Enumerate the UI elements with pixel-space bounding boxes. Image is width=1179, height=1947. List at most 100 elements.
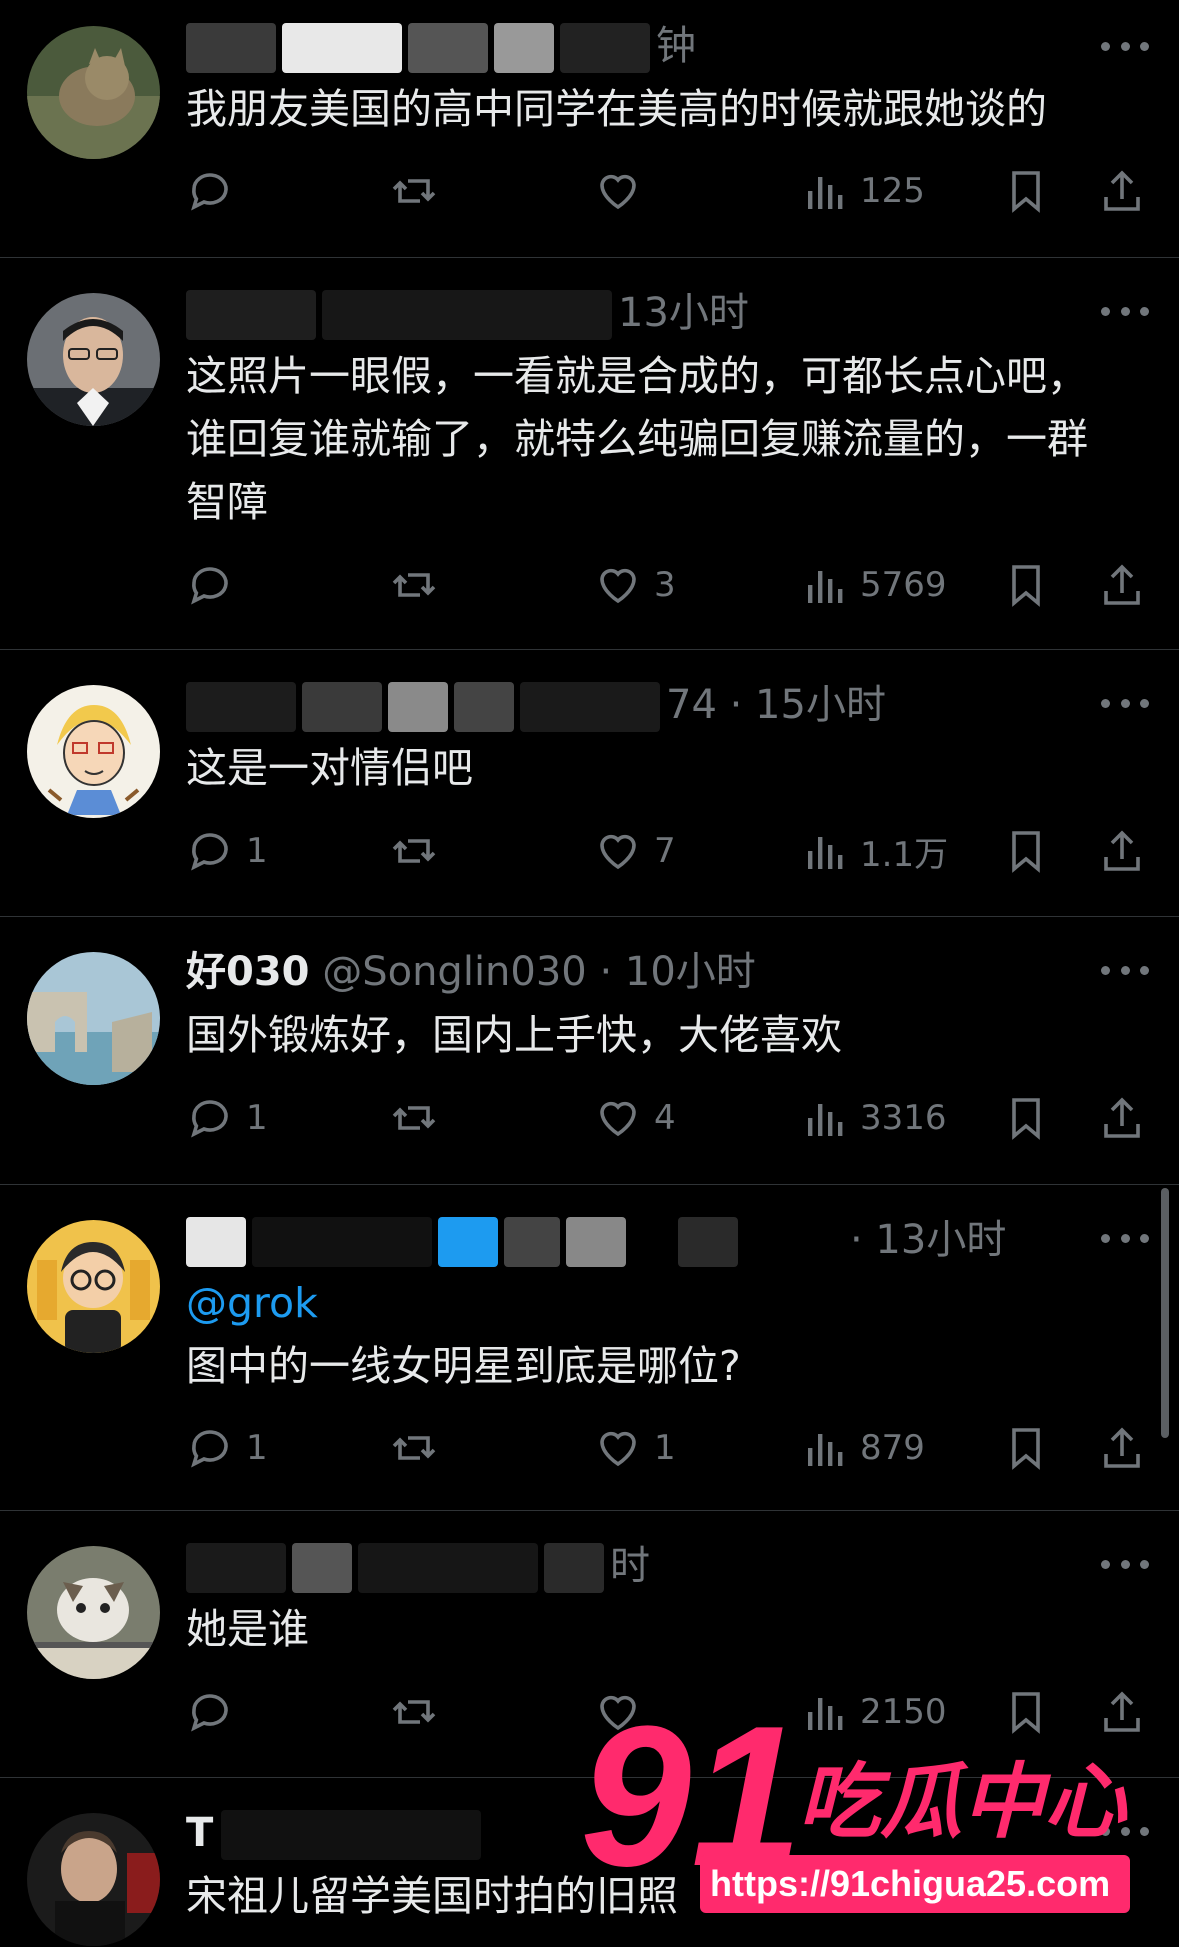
share-icon bbox=[1104, 1097, 1140, 1138]
redacted-handle bbox=[632, 1217, 672, 1267]
tweet-time: 时 bbox=[610, 1543, 650, 1589]
repost-button[interactable] bbox=[390, 1090, 438, 1146]
tweet-text: 她是谁 bbox=[186, 1605, 309, 1653]
tweet-header: 13小时 bbox=[186, 283, 749, 343]
views-button[interactable]: 125 bbox=[800, 163, 925, 219]
reply-button[interactable] bbox=[186, 557, 246, 613]
reply-button[interactable] bbox=[186, 1684, 246, 1740]
views-icon bbox=[808, 177, 843, 209]
share-icon bbox=[1104, 830, 1140, 871]
tweet-text: 这是一对情侣吧 bbox=[186, 744, 473, 792]
views-button[interactable]: 3316 bbox=[800, 1090, 947, 1146]
more-icon[interactable] bbox=[1101, 299, 1149, 323]
reply-icon bbox=[191, 1430, 228, 1468]
redacted-handle bbox=[322, 290, 612, 340]
repost-button[interactable] bbox=[390, 823, 438, 879]
tweet-header: · 13小时 bbox=[186, 1210, 1006, 1270]
repost-button[interactable] bbox=[390, 557, 438, 613]
tweet-item[interactable]: · 13小时 @grok 图中的一线女明星到底是哪位? 1 1 879 bbox=[0, 1184, 1179, 1511]
reply-button[interactable]: 1 bbox=[186, 823, 268, 879]
avatar[interactable] bbox=[27, 952, 160, 1085]
avatar[interactable] bbox=[27, 1220, 160, 1353]
like-count: 4 bbox=[654, 1098, 676, 1138]
views-icon bbox=[808, 1104, 843, 1136]
redacted-handle bbox=[454, 682, 514, 732]
views-icon bbox=[808, 1434, 843, 1466]
display-name[interactable]: 好030 bbox=[186, 949, 310, 995]
avatar[interactable] bbox=[27, 26, 160, 159]
repost-button[interactable] bbox=[390, 1684, 438, 1740]
share-button[interactable] bbox=[1098, 823, 1146, 879]
views-button[interactable]: 879 bbox=[800, 1420, 925, 1476]
reply-button[interactable]: 1 bbox=[186, 1420, 268, 1476]
redacted-handle bbox=[221, 1810, 482, 1860]
redacted-name bbox=[282, 23, 402, 73]
repost-button[interactable] bbox=[390, 1420, 438, 1476]
share-button[interactable] bbox=[1098, 1420, 1146, 1476]
bookmark-button[interactable] bbox=[1002, 1420, 1050, 1476]
more-icon[interactable] bbox=[1101, 691, 1149, 715]
like-count: 1 bbox=[654, 1428, 676, 1468]
user-handle[interactable]: @Songlin030 bbox=[322, 949, 587, 995]
reply-button[interactable]: 1 bbox=[186, 1090, 268, 1146]
reply-icon bbox=[191, 173, 228, 211]
tweet-header: 好030 @Songlin030 · 10小时 bbox=[186, 942, 756, 1002]
share-icon bbox=[1104, 1427, 1140, 1468]
reply-icon bbox=[191, 567, 228, 605]
tweet-time: 钟 bbox=[656, 23, 696, 69]
tweet-item[interactable]: 好030 @Songlin030 · 10小时 国外锻炼好，国内上手快，大佬喜欢… bbox=[0, 916, 1179, 1185]
bookmark-button[interactable] bbox=[1002, 163, 1050, 219]
more-icon[interactable] bbox=[1101, 958, 1149, 982]
watermark: 91 吃瓜中心 https://91chigua25.com bbox=[580, 1685, 1140, 1920]
share-button[interactable] bbox=[1098, 1090, 1146, 1146]
avatar[interactable] bbox=[27, 685, 160, 818]
more-icon[interactable] bbox=[1101, 1226, 1149, 1250]
repost-button[interactable] bbox=[390, 163, 438, 219]
tweet-header: 钟 bbox=[186, 16, 696, 76]
display-name[interactable]: T bbox=[186, 1810, 213, 1856]
tweet-item[interactable]: 74 · 15小时 这是一对情侣吧 1 7 1.1万 bbox=[0, 649, 1179, 917]
tweet-item[interactable]: 钟 我朋友美国的高中同学在美高的时候就跟她谈的 125 bbox=[0, 0, 1179, 258]
redacted-handle bbox=[544, 1543, 604, 1593]
avatar[interactable] bbox=[27, 1546, 160, 1679]
avatar[interactable] bbox=[27, 1813, 160, 1946]
redacted-handle bbox=[388, 682, 448, 732]
like-button[interactable]: 3 bbox=[594, 557, 676, 613]
views-button[interactable]: 5769 bbox=[800, 557, 947, 613]
views-count: 125 bbox=[860, 171, 925, 211]
repost-icon bbox=[392, 573, 436, 597]
more-icon[interactable] bbox=[1101, 1552, 1149, 1576]
bookmark-button[interactable] bbox=[1002, 823, 1050, 879]
redacted-name bbox=[186, 1217, 246, 1267]
redacted-handle bbox=[678, 1217, 738, 1267]
share-icon bbox=[1104, 170, 1140, 211]
like-button[interactable]: 1 bbox=[594, 1420, 676, 1476]
tweet-header: 时 bbox=[186, 1536, 650, 1596]
reply-icon bbox=[191, 833, 228, 871]
repost-icon bbox=[392, 1436, 436, 1460]
views-icon bbox=[808, 837, 843, 869]
tweet-header: 74 · 15小时 bbox=[186, 675, 886, 735]
mention-link[interactable]: @grok bbox=[186, 1272, 1119, 1335]
tweet-item[interactable]: 13小时 这照片一眼假，一看就是合成的，可都长点心吧，谁回复谁就输了，就特么纯骗… bbox=[0, 257, 1179, 650]
tweet-text: 国外锻炼好，国内上手快，大佬喜欢 bbox=[186, 1011, 842, 1059]
share-button[interactable] bbox=[1098, 557, 1146, 613]
repost-icon bbox=[392, 1700, 436, 1724]
like-button[interactable] bbox=[594, 163, 654, 219]
avatar[interactable] bbox=[27, 293, 160, 426]
redacted-handle bbox=[520, 682, 660, 732]
redacted-handle bbox=[358, 1543, 538, 1593]
share-button[interactable] bbox=[1098, 163, 1146, 219]
reply-button[interactable] bbox=[186, 163, 246, 219]
bookmark-icon bbox=[1012, 831, 1040, 873]
like-button[interactable]: 7 bbox=[594, 823, 676, 879]
tweet-actions: 125 bbox=[0, 163, 1179, 219]
scrollbar[interactable] bbox=[1161, 1188, 1169, 1438]
more-icon[interactable] bbox=[1101, 34, 1149, 58]
like-button[interactable]: 4 bbox=[594, 1090, 676, 1146]
repost-icon bbox=[392, 179, 436, 203]
bookmark-button[interactable] bbox=[1002, 557, 1050, 613]
views-button[interactable]: 1.1万 bbox=[800, 823, 948, 879]
tweet-actions: 1 4 3316 bbox=[0, 1090, 1179, 1146]
bookmark-button[interactable] bbox=[1002, 1090, 1050, 1146]
